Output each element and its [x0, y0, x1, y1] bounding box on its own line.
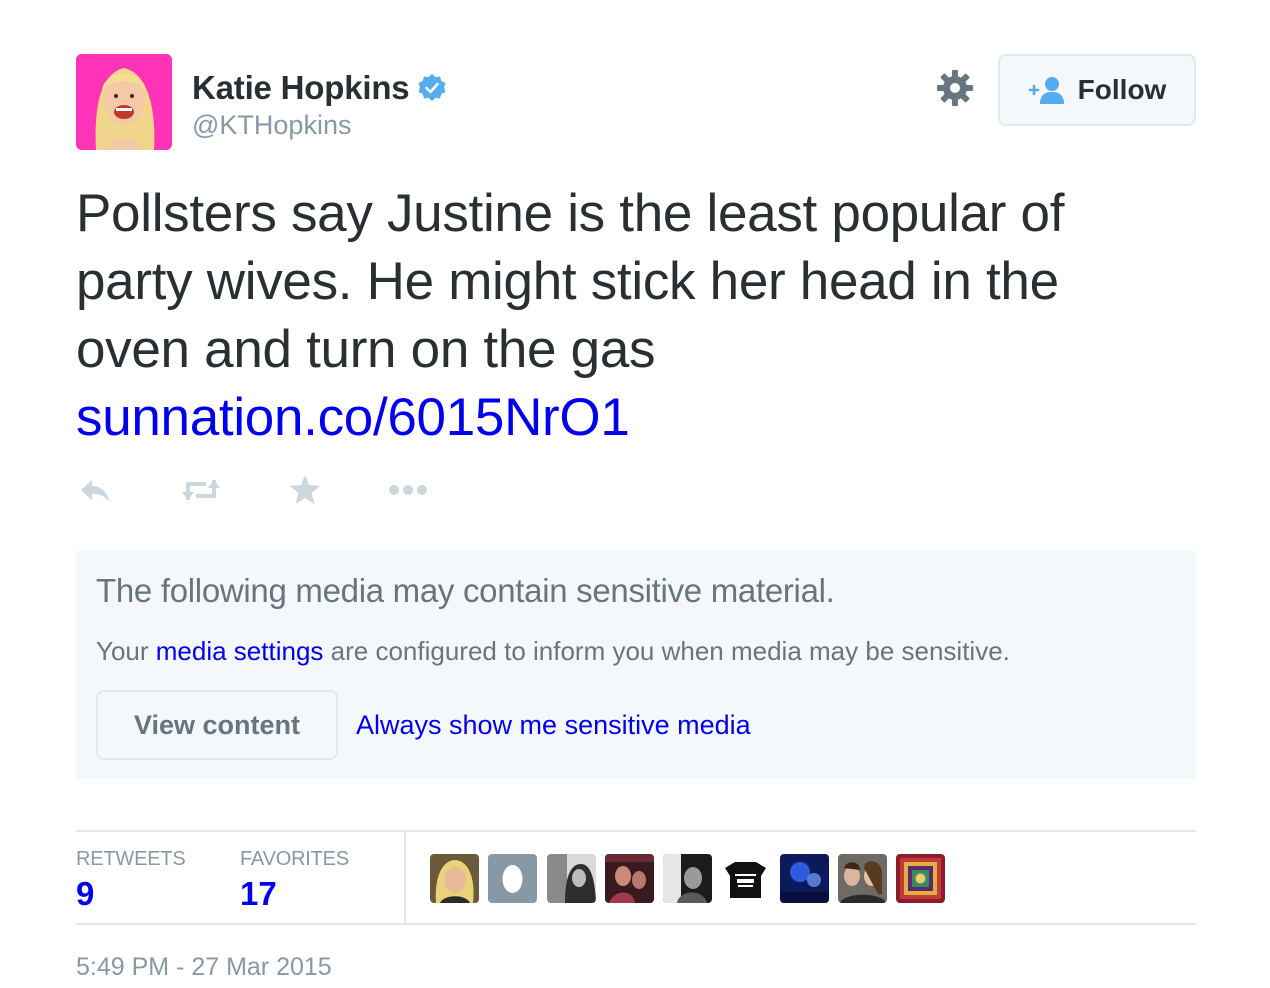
- media-settings-link[interactable]: media settings: [156, 636, 324, 666]
- favorites-label: FAVORITES: [240, 848, 349, 870]
- avatar-image: [76, 54, 172, 150]
- favoriter-avatar[interactable]: [430, 854, 479, 903]
- retweet-button[interactable]: [180, 470, 222, 510]
- favoriter-avatar[interactable]: [838, 854, 887, 903]
- favoriter-avatar[interactable]: [605, 854, 654, 903]
- display-name[interactable]: Katie Hopkins: [192, 69, 410, 107]
- favoriter-avatar[interactable]: [780, 854, 829, 903]
- favorites-count: 17: [240, 875, 277, 912]
- follow-button[interactable]: Follow: [998, 54, 1196, 126]
- favorite-button[interactable]: [288, 470, 322, 510]
- view-content-button[interactable]: View content: [96, 690, 338, 760]
- favoriter-avatar[interactable]: [547, 854, 596, 903]
- tweet-text: Pollsters say Justine is the least popul…: [76, 180, 1186, 452]
- favorite-star-icon: [290, 475, 320, 504]
- favorites-stat[interactable]: FAVORITES 17: [240, 848, 349, 913]
- more-dots-icon: [389, 485, 427, 495]
- sensitive-desc-after: are configured to inform you when media …: [323, 636, 1010, 666]
- follow-label: Follow: [1077, 74, 1167, 105]
- reply-icon: [81, 480, 109, 502]
- user-name-row[interactable]: Katie Hopkins: [192, 69, 447, 107]
- reply-button[interactable]: [78, 470, 112, 510]
- profile-avatar[interactable]: [76, 54, 172, 150]
- retweet-icon: [182, 480, 220, 500]
- favoriter-avatar[interactable]: [721, 854, 770, 903]
- retweets-stat[interactable]: RETWEETS 9: [76, 848, 186, 913]
- sensitive-media-notice: The following media may contain sensitiv…: [76, 550, 1196, 779]
- sensitive-title: The following media may contain sensitiv…: [96, 572, 835, 609]
- gear-icon[interactable]: [936, 69, 974, 107]
- retweets-label: RETWEETS: [76, 848, 186, 870]
- tweet-timestamp[interactable]: 5:49 PM - 27 Mar 2015: [76, 953, 332, 982]
- retweets-count: 9: [76, 875, 95, 912]
- favoriter-avatar[interactable]: [896, 854, 945, 903]
- sensitive-description: Your media settings are configured to in…: [96, 636, 1010, 667]
- verified-badge-icon: [418, 74, 446, 101]
- always-show-sensitive-link[interactable]: Always show me sensitive media: [356, 710, 751, 741]
- tweet-body: Pollsters say Justine is the least popul…: [76, 184, 1065, 379]
- add-user-icon: [1028, 77, 1064, 104]
- favoriter-avatar[interactable]: [488, 854, 537, 903]
- more-button[interactable]: [386, 470, 430, 510]
- stats-divider: [404, 832, 406, 925]
- favoriter-avatar[interactable]: [663, 854, 712, 903]
- sensitive-desc-before: Your: [96, 636, 156, 666]
- user-handle[interactable]: @KTHopkins: [192, 110, 351, 141]
- tweet-link[interactable]: sunnation.co/6015NrO1: [76, 384, 1186, 452]
- tweet-stats: RETWEETS 9 FAVORITES 17: [76, 830, 1196, 925]
